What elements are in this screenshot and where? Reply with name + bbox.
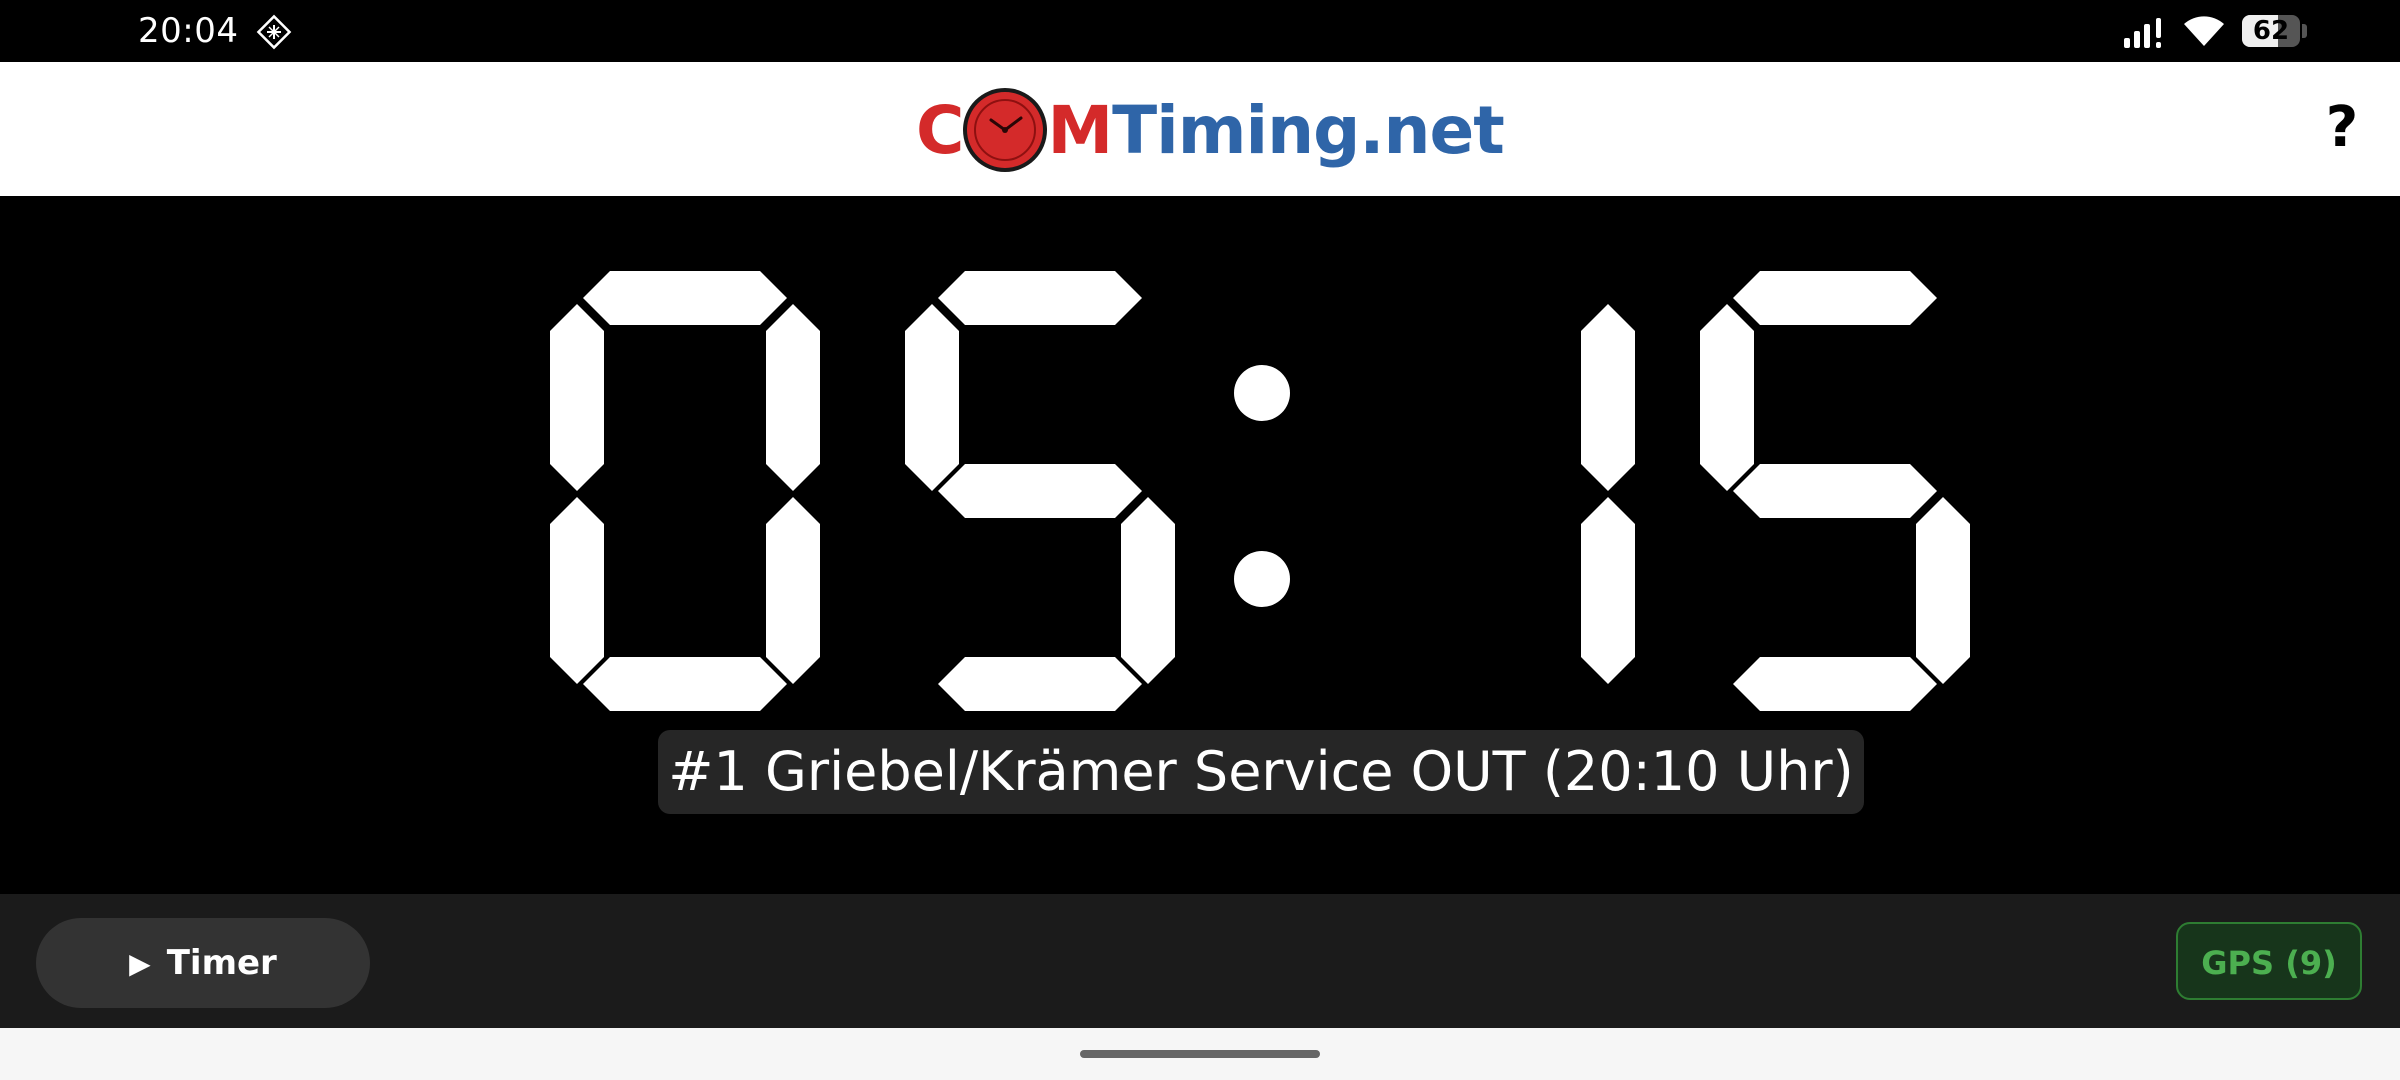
digit-4-segment-d — [1733, 657, 1937, 711]
battery-icon: 62 — [2242, 15, 2308, 47]
logo-text-mid: M — [1047, 91, 1113, 169]
digit-4-segment-c — [1916, 497, 1970, 684]
help-button[interactable]: ? — [2316, 96, 2368, 160]
stage-info-label: #1 Griebel/Krämer Service OUT (20:10 Uhr… — [658, 730, 1864, 814]
digit-3-segment-c — [1581, 497, 1635, 684]
seven-segment-clock — [550, 271, 1970, 711]
comtiming-logo: C M Timing.net — [916, 88, 1505, 172]
digit-1-segment-d — [583, 657, 787, 711]
digit-4-segment-a — [1733, 271, 1937, 325]
battery-level: 62 — [2252, 16, 2290, 46]
digit-1-segment-f — [550, 304, 604, 491]
gps-status-badge[interactable]: GPS (9) — [2176, 922, 2362, 1000]
logo-text-prefix: C — [916, 91, 964, 169]
status-time: 20:04 — [138, 11, 239, 51]
timer-button[interactable]: ▶ Timer — [36, 918, 370, 1008]
wifi-icon — [2184, 16, 2224, 46]
digit-1-segment-b — [766, 304, 820, 491]
digit-1-segment-a — [583, 271, 787, 325]
navigation-gesture-bar — [0, 1028, 2400, 1080]
digit-2-segment-c — [1121, 497, 1175, 684]
digit-2-segment-f — [905, 304, 959, 491]
app-header: C M Timing.net ? — [0, 62, 2400, 196]
digit-4-segment-g — [1733, 464, 1937, 518]
digit-1-segment-c — [766, 497, 820, 684]
colon-dot-1 — [1234, 365, 1290, 421]
status-bar: 20:04 62 — [0, 0, 2400, 62]
timer-button-label: Timer — [166, 943, 277, 983]
diamond-grid-icon — [256, 14, 292, 50]
digit-2-segment-d — [938, 657, 1142, 711]
logo-text-suffix: Timing.net — [1112, 91, 1505, 169]
clock-icon — [963, 88, 1048, 172]
home-gesture-handle[interactable] — [1080, 1050, 1320, 1058]
digit-4-segment-f — [1700, 304, 1754, 491]
digit-1-segment-e — [550, 497, 604, 684]
clock-area: #1 Griebel/Krämer Service OUT (20:10 Uhr… — [0, 196, 2400, 894]
bottom-bar: ▶ Timer GPS (9) — [0, 894, 2400, 1028]
digit-3-segment-b — [1581, 304, 1635, 491]
digit-2-segment-g — [938, 464, 1142, 518]
signal-icon — [2124, 18, 2161, 48]
colon-dot-2 — [1234, 551, 1290, 607]
play-icon: ▶ — [129, 946, 151, 980]
digit-2-segment-a — [938, 271, 1142, 325]
